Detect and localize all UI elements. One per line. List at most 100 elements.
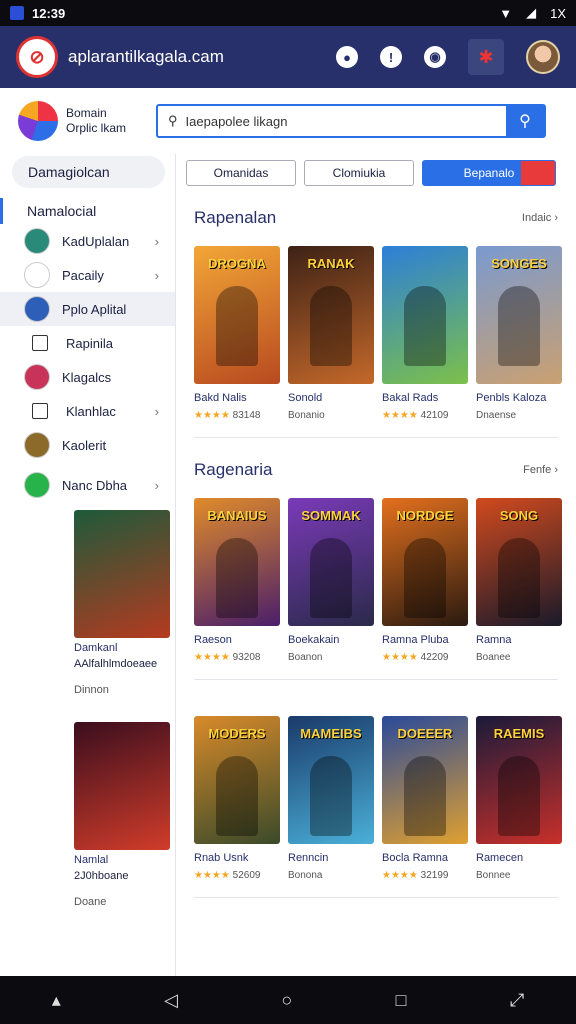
tab-2[interactable]: Clomiukia [304,160,414,186]
search-placeholder: Iaepapolee likagn [185,113,288,129]
game-rating: Boanee [476,652,562,663]
sidebar-item[interactable]: Pacaily › [0,258,175,292]
game-grid: BANAIUS Raeson ★★★★ 93208 SOMMAK Boekakain Bo… [194,498,562,663]
game-cover-image[interactable] [382,246,468,384]
game-card[interactable]: BANAIUS Raeson ★★★★ 93208 [194,498,280,663]
wifi-icon: ▼ [499,5,513,21]
section-more-link[interactable]: Fenfe › [523,464,558,476]
game-meta: Doane [74,896,107,908]
game-card[interactable]: NORDGE Ramna Pluba ★★★★ 42209 [382,498,468,663]
game-card[interactable]: RANAK Sonold Bonanio [288,246,374,421]
game-card[interactable]: MAMEIBS Renncin Bonona [288,716,374,881]
search-box[interactable]: ⚲ Iaepapolee likagn ⚲ [156,104,547,138]
game-hero-figure [216,538,258,618]
game-rating-value: Boanon [288,652,323,663]
brand-line2: Orplic lkam [66,121,127,135]
user-avatar[interactable] [526,40,560,74]
brand-search-row: Bomain Orplic lkam ⚲ Iaepapolee likagn ⚲ [0,88,576,154]
search-button[interactable]: ⚲ [506,106,545,136]
game-cover-image[interactable]: RANAK [288,246,374,384]
status-bar: 12:39 ▼ ◢ 1X [0,0,576,26]
record-icon[interactable]: ● [336,46,358,68]
game-rating-value: 42109 [420,410,449,421]
sidebar-item[interactable]: Rapinila [0,326,175,360]
sidebar-item[interactable]: Klagalcs [0,360,175,394]
game-cover-image[interactable]: MODERS [194,716,280,844]
sidebar-item-label: Nanc Dbha [62,477,128,493]
sidebar-item[interactable]: Nanc Dbha › [0,468,175,502]
game-cover-image[interactable]: DROGNA [194,246,280,384]
site-logo-icon[interactable]: ⊘ [16,36,58,78]
chevron-right-icon: › [154,403,159,419]
top-app-bar: ⊘ aplarantilkagala.cam ● ! ◉ ✱ [0,26,576,88]
sidebar-game-card[interactable]: Damkanl AAlfalhlmdoeaee Dinnon [74,510,170,696]
sidebar-item-label: Pplo Aplital [62,301,127,317]
game-hero-figure [310,756,352,836]
sidebar-item[interactable]: Klanhlac › [0,394,175,428]
game-cover-image[interactable]: MAMEIBS [288,716,374,844]
sidebar-item-icon [24,364,50,390]
site-url[interactable]: aplarantilkagala.cam [68,47,224,67]
game-card[interactable]: SOMMAK Boekakain Boanon [288,498,374,663]
home-icon[interactable]: ○ [281,990,292,1011]
game-card[interactable]: SONGES Penbls Kaloza Dnaense [476,246,562,421]
recents-icon[interactable]: □ [396,990,407,1011]
game-cover-image[interactable] [74,510,170,638]
signal-icon: ◢ [526,5,537,20]
game-card[interactable]: DROGNA Bakd Nalis ★★★★ 83148 [194,246,280,421]
game-title: Namlal [74,854,109,866]
sidebar-item[interactable]: Pplo Aplital [0,292,175,326]
tab-1[interactable]: Omanidas [186,160,296,186]
chat-icon[interactable]: ! [380,46,402,68]
game-card[interactable]: DOEEER Bocla Ramna ★★★★ 32199 [382,716,468,881]
game-meta: Dinnon [74,684,109,696]
game-title: Bakd Nalis [194,392,247,404]
game-hero-figure [404,286,446,366]
game-rating: ★★★★ 83148 [194,410,280,421]
rating-stars: ★★★★ [382,410,421,421]
rotate-icon[interactable]: ⤢ [510,990,524,1011]
game-card[interactable]: Bakal Rads ★★★★ 42109 [382,246,468,421]
keyboard-icon[interactable]: ▴ [52,990,61,1011]
game-cover-image[interactable]: RAEMIS [476,716,562,844]
brand-line1: Bomain [66,106,107,120]
magnifier-icon: ⚲ [168,113,178,128]
game-cover-image[interactable]: SOMMAK [288,498,374,626]
game-rating: Boanon [288,652,374,663]
section-title: Rapenalan [194,208,277,227]
brand-logo-icon[interactable] [18,101,58,141]
sidebar-item-label: KadUplalan [62,233,130,249]
game-cover-image[interactable]: NORDGE [382,498,468,626]
app-notification-icon [10,6,24,20]
section-title: Ragenaria [194,460,273,479]
sidebar-item[interactable]: KadUplalan › [0,224,175,258]
section-more-link[interactable]: Indaic › [522,212,558,224]
game-cover-title: RANAK [307,256,355,271]
sidebar-item-icon [32,335,48,351]
tab-3[interactable]: Bepanalo [422,160,556,186]
game-cover-image[interactable]: SONG [476,498,562,626]
sidebar-item-icon [24,472,50,498]
game-cover-image[interactable]: DOEEER [382,716,468,844]
battery-level: 1X [550,5,566,21]
game-cover-image[interactable] [74,722,170,850]
search-icon: ⚲ [519,113,531,130]
sidebar-selected[interactable]: Damagiolcan [12,156,165,188]
sidebar-item-icon [32,403,48,419]
game-cover-image[interactable]: BANAIUS [194,498,280,626]
bug-report-icon[interactable]: ✱ [468,39,504,75]
game-card[interactable]: RAEMIS Ramecen Bonnee [476,716,562,881]
game-card[interactable]: MODERS Rnab Usnk ★★★★ 52609 [194,716,280,881]
game-card[interactable]: SONG Ramna Boanee [476,498,562,663]
sidebar-game-card[interactable]: Namlal 2J0hboane Doane [74,722,170,908]
sidebar-item-label: Klanhlac [66,403,116,419]
game-title: Penbls Kaloza [476,392,547,404]
search-input[interactable]: ⚲ Iaepapolee likagn [158,113,506,129]
game-hero-figure [498,286,540,366]
camera-icon[interactable]: ◉ [424,46,446,68]
game-title: Raeson [194,634,232,646]
back-icon[interactable]: ◁ [164,990,178,1011]
sidebar-item[interactable]: Kaolerit [0,428,175,462]
game-hero-figure [404,756,446,836]
game-cover-image[interactable]: SONGES [476,246,562,384]
